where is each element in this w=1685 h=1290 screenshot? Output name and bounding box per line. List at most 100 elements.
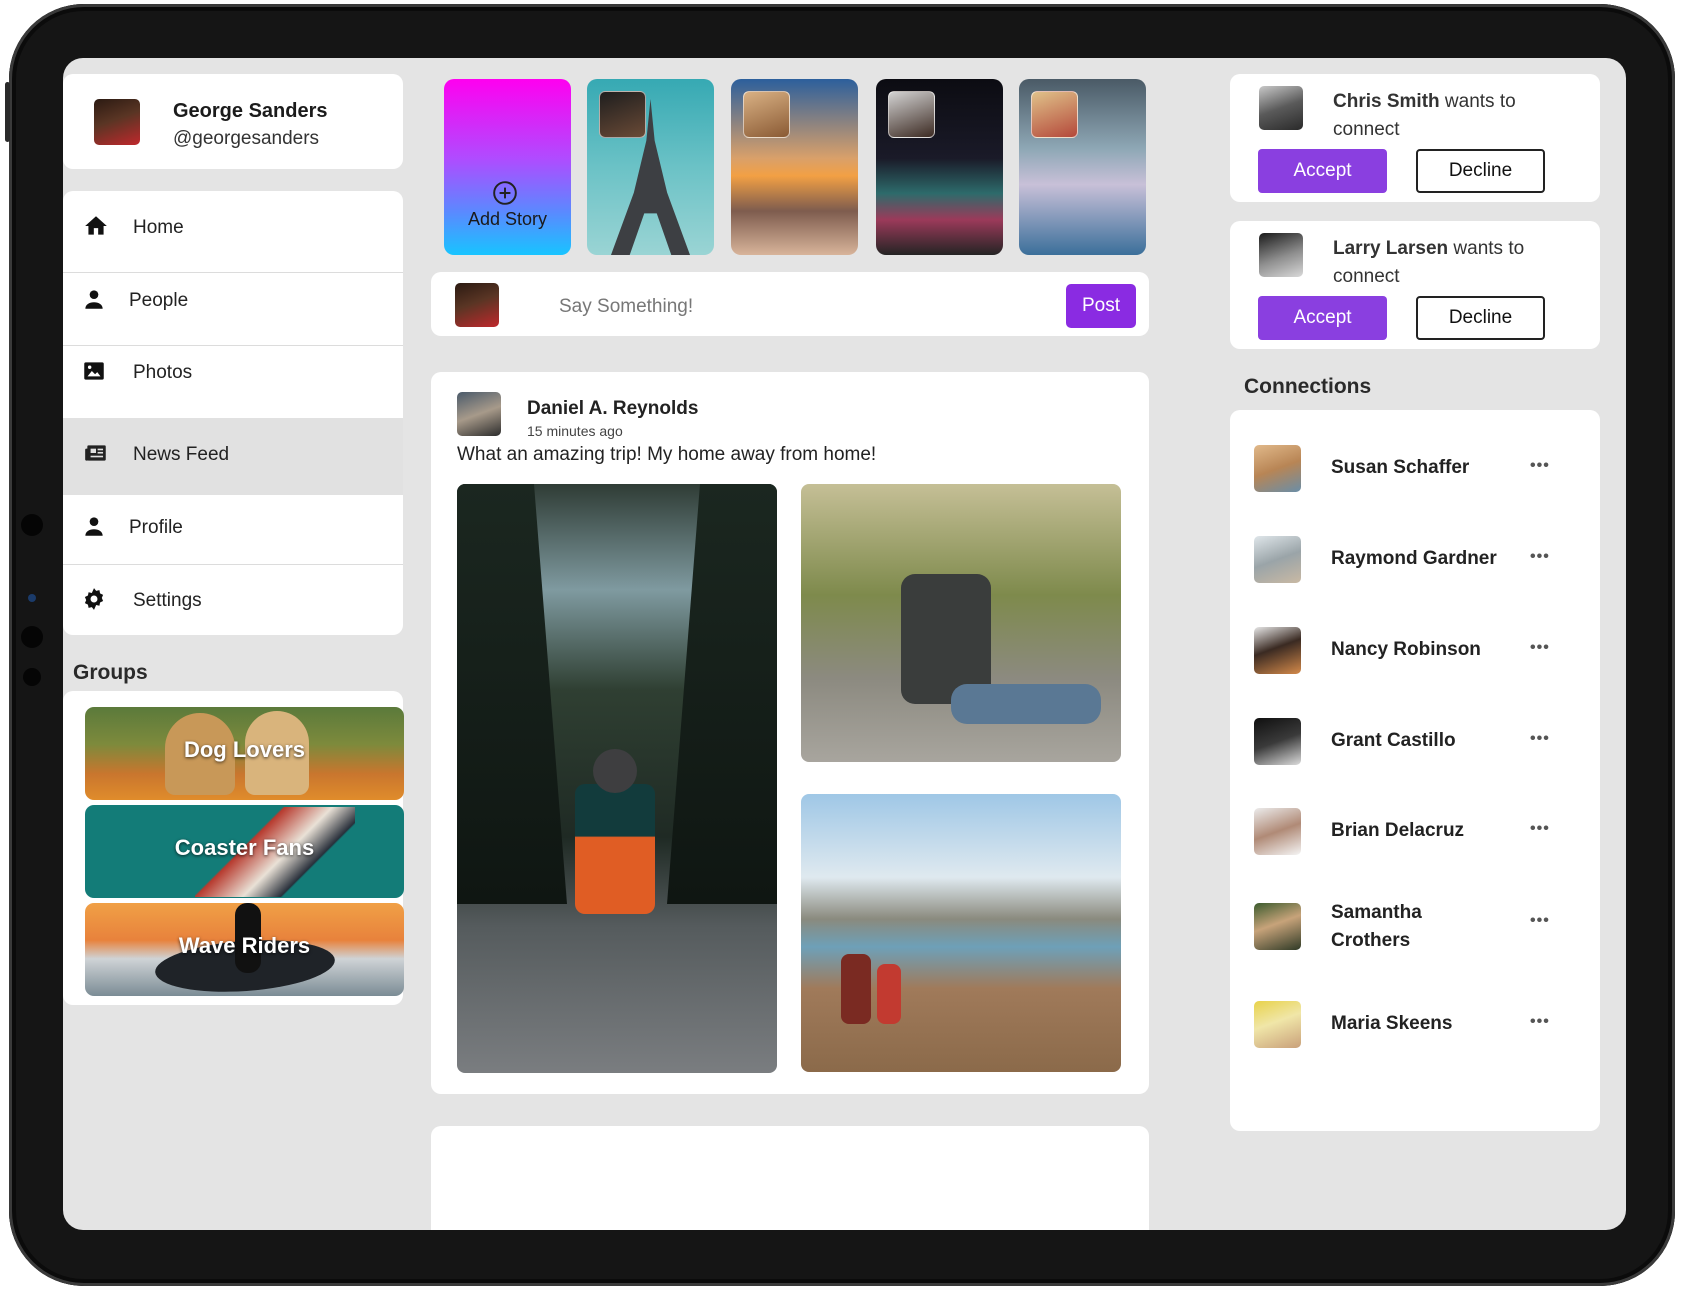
post-timestamp: 15 minutes ago: [527, 423, 623, 439]
decline-button[interactable]: Decline: [1416, 296, 1545, 340]
connection-item[interactable]: Brian Delacruz •••: [1230, 808, 1600, 905]
nav-item-photos[interactable]: Photos: [63, 336, 403, 413]
decline-button[interactable]: Decline: [1416, 149, 1545, 193]
camera-lens: [28, 594, 36, 602]
story-card[interactable]: [587, 79, 714, 255]
nav-label-photos: Photos: [133, 362, 193, 383]
group-label: Dog Lovers: [183, 737, 306, 762]
nav-item-people[interactable]: People: [63, 264, 403, 341]
more-options-icon[interactable]: •••: [1530, 820, 1550, 838]
hiker-head-shape: [593, 749, 637, 793]
more-options-icon[interactable]: •••: [1530, 730, 1550, 748]
accept-button[interactable]: Accept: [1258, 149, 1387, 193]
plus-circle-icon: [493, 181, 517, 205]
connection-avatar: [1254, 903, 1301, 950]
post-photo-road-sitting[interactable]: [801, 484, 1121, 762]
hiker-shape: [877, 964, 901, 1024]
connection-avatar: [1254, 445, 1301, 492]
requester-name[interactable]: Larry Larsen: [1333, 238, 1448, 259]
requester-avatar: [1259, 233, 1303, 277]
groups-card: Dog Lovers Coaster Fans Wave Riders: [63, 691, 404, 1005]
person-icon: [85, 290, 103, 309]
composer-avatar: [455, 283, 499, 327]
sensor-dot: [23, 668, 41, 686]
connection-avatar: [1254, 808, 1301, 855]
groups-title: Groups: [73, 661, 148, 684]
story-avatar: [599, 91, 646, 138]
post-photo-forest-road[interactable]: [457, 484, 777, 1073]
profile-card[interactable]: George Sanders @georgesanders: [63, 74, 403, 169]
composer-bar: Say Something! Post: [431, 272, 1149, 336]
post-author-name[interactable]: Daniel A. Reynolds: [527, 398, 698, 420]
nav-item-profile[interactable]: Profile: [63, 491, 403, 568]
nav-label-home: Home: [133, 217, 184, 238]
connection-item[interactable]: Susan Schaffer •••: [1230, 420, 1600, 517]
newspaper-icon: [85, 445, 106, 461]
post-button[interactable]: Post: [1066, 284, 1136, 328]
group-label: Coaster Fans: [174, 835, 315, 860]
request-text: Chris Smith wants to connect: [1333, 88, 1553, 144]
connection-avatar: [1254, 718, 1301, 765]
sensor-dot: [21, 626, 43, 648]
connection-item[interactable]: Nancy Robinson •••: [1230, 615, 1600, 712]
nav-item-home[interactable]: Home: [63, 191, 403, 268]
group-dog-lovers[interactable]: Dog Lovers: [85, 707, 404, 800]
connection-request: Chris Smith wants to connect Accept Decl…: [1230, 74, 1600, 202]
connection-item[interactable]: Samantha Crothers •••: [1230, 897, 1600, 994]
connection-name: Nancy Robinson: [1331, 639, 1481, 660]
next-post-card: [431, 1126, 1149, 1230]
camera-dot: [21, 514, 43, 536]
connection-name: Susan Schaffer: [1331, 457, 1470, 478]
profile-avatar: [94, 99, 140, 145]
post-photo-mountain-lake[interactable]: [801, 794, 1121, 1072]
profile-name: George Sanders: [173, 100, 328, 122]
profile-handle: @georgesanders: [173, 128, 320, 149]
story-avatar: [1031, 91, 1078, 138]
post-author-avatar: [457, 392, 501, 436]
nav-menu: Home People Photos News Feed Profile Set…: [63, 191, 403, 635]
more-options-icon[interactable]: •••: [1530, 548, 1550, 566]
image-icon: [84, 362, 104, 380]
connection-item[interactable]: Maria Skeens •••: [1230, 995, 1600, 1092]
story-card[interactable]: [731, 79, 858, 255]
group-wave-riders[interactable]: Wave Riders: [85, 903, 404, 996]
connection-item[interactable]: Grant Castillo •••: [1230, 712, 1600, 809]
nav-label-news-feed: News Feed: [133, 444, 230, 465]
person-icon: [85, 517, 103, 536]
hardware-button: [5, 82, 10, 142]
post-text: What an amazing trip! My home away from …: [457, 444, 877, 465]
connection-avatar: [1254, 627, 1301, 674]
composer-input[interactable]: Say Something!: [559, 296, 693, 318]
more-options-icon[interactable]: •••: [1530, 457, 1550, 475]
connection-name: Grant Castillo: [1331, 730, 1456, 751]
more-options-icon[interactable]: •••: [1530, 639, 1550, 657]
requester-name[interactable]: Chris Smith: [1333, 91, 1440, 112]
more-options-icon[interactable]: •••: [1530, 1013, 1550, 1031]
story-card[interactable]: [1019, 79, 1146, 255]
connection-name: Raymond Gardner: [1331, 548, 1497, 569]
group-coaster-fans[interactable]: Coaster Fans: [85, 805, 404, 898]
request-text: Larry Larsen wants to connect: [1333, 235, 1553, 291]
hiker-shape: [575, 784, 655, 914]
accept-button[interactable]: Accept: [1258, 296, 1387, 340]
requester-avatar: [1259, 86, 1303, 130]
app-screen: George Sanders @georgesanders Home Peopl…: [63, 58, 1626, 1230]
story-avatar: [743, 91, 790, 138]
story-avatar: [888, 91, 935, 138]
nav-item-news-feed[interactable]: News Feed: [63, 418, 403, 495]
group-label: Wave Riders: [178, 933, 311, 958]
trees-shape: [667, 484, 777, 904]
nav-label-people: People: [129, 290, 189, 311]
connection-item[interactable]: Raymond Gardner •••: [1230, 518, 1600, 615]
nav-item-settings[interactable]: Settings: [63, 564, 403, 635]
nav-label-settings: Settings: [133, 590, 202, 611]
gear-icon: [84, 588, 104, 610]
nav-label-profile: Profile: [129, 517, 183, 538]
connection-request: Larry Larsen wants to connect Accept Dec…: [1230, 221, 1600, 349]
add-story-button[interactable]: Add Story: [444, 79, 571, 255]
add-story-label: Add Story: [467, 209, 548, 229]
story-card[interactable]: [876, 79, 1003, 255]
more-options-icon[interactable]: •••: [1530, 912, 1550, 930]
connection-avatar: [1254, 536, 1301, 583]
hiker-shape: [841, 954, 871, 1024]
